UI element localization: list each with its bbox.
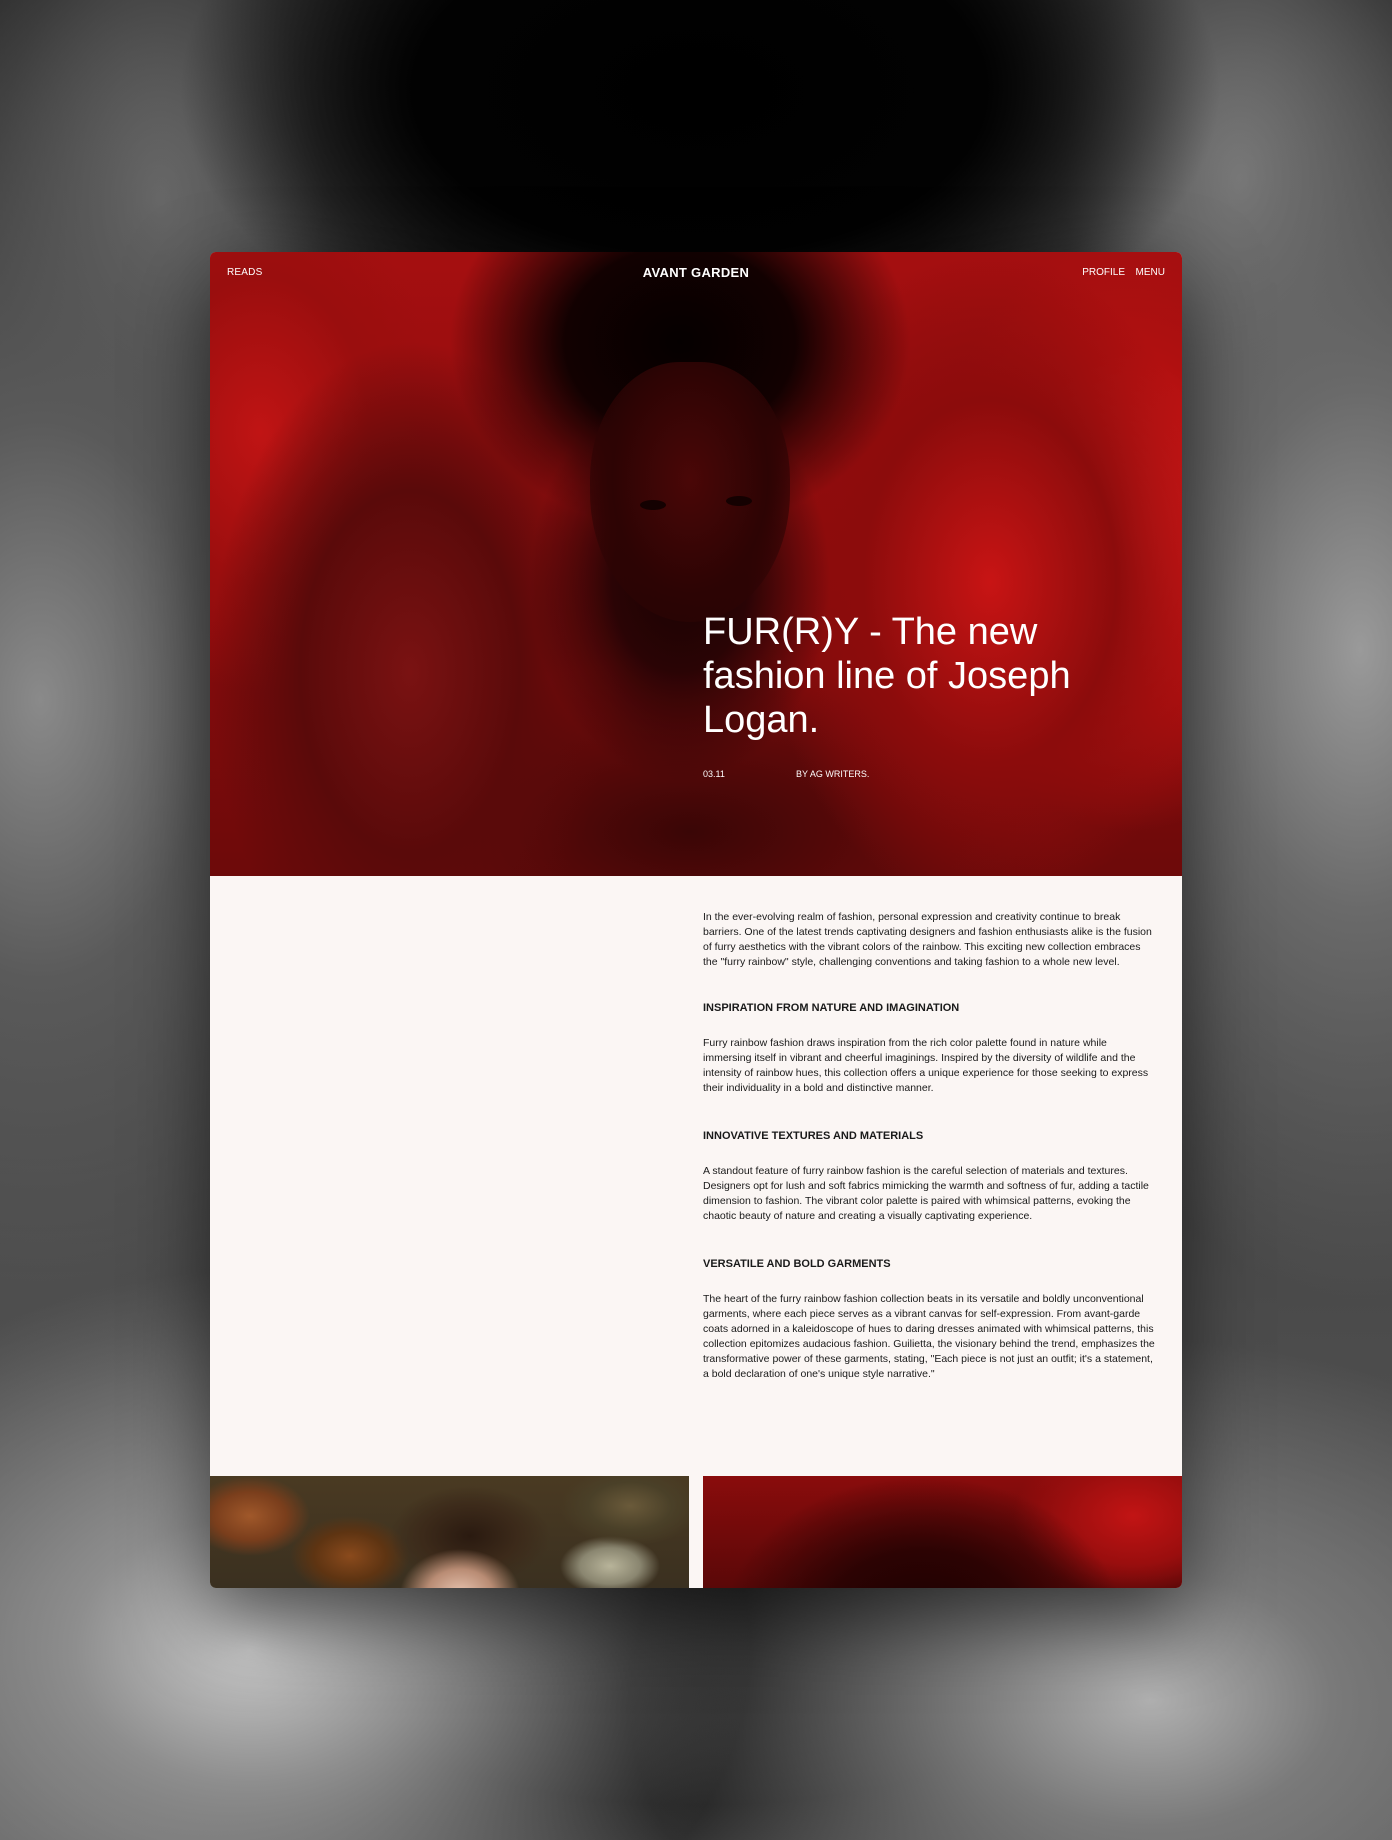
article-date: 03.11 (703, 769, 725, 779)
article-author: BY AG WRITERS. (796, 769, 870, 779)
section-heading: INNOVATIVE TEXTURES AND MATERIALS (703, 1130, 924, 1142)
nav-link-profile[interactable]: PROFILE (1082, 267, 1125, 278)
section-paragraph: Furry rainbow fashion draws inspiration … (703, 1037, 1149, 1094)
section-heading: INSPIRATION FROM NATURE AND IMAGINATION (703, 1002, 960, 1014)
website-page: READS AVANT GARDEN PROFILE MENU FUR(R)Y … (210, 252, 1182, 1588)
article-title: FUR(R)Y - The new fashion line of Joseph… (703, 611, 1071, 741)
article-intro: In the ever-evolving realm of fashion, p… (703, 911, 1152, 968)
nav-link-menu[interactable]: MENU (1136, 267, 1165, 278)
brand-logo[interactable]: AVANT GARDEN (210, 265, 1182, 280)
hero-portrait (590, 362, 790, 622)
hero-portrait-eye (640, 500, 666, 510)
article-body: In the ever-evolving realm of fashion, p… (703, 910, 1155, 1382)
hero-portrait-eye (726, 496, 752, 506)
section-heading: VERSATILE AND BOLD GARMENTS (703, 1258, 891, 1270)
top-navigation: READS AVANT GARDEN PROFILE MENU (210, 252, 1182, 296)
gallery-image-right[interactable] (703, 1476, 1182, 1588)
hero-image (210, 252, 1182, 876)
section-paragraph: The heart of the furry rainbow fashion c… (703, 1293, 1155, 1380)
gallery-image-left[interactable] (210, 1476, 689, 1588)
section-paragraph: A standout feature of furry rainbow fash… (703, 1165, 1149, 1222)
